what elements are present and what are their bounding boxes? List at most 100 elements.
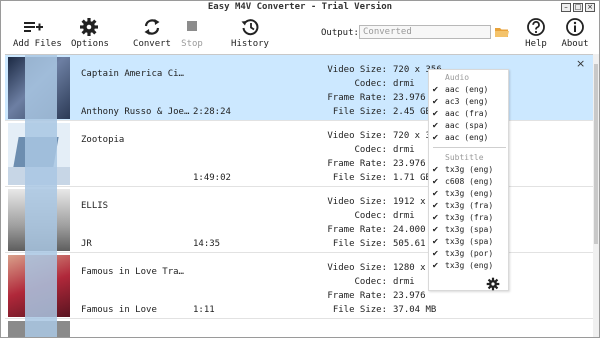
- frame-rate-value: 24.000: [393, 225, 426, 235]
- toolbar: Add Files Options Convert Stop History O…: [1, 15, 599, 52]
- history-button[interactable]: History: [231, 15, 269, 52]
- checkmark-icon: ✔: [432, 133, 439, 142]
- convert-button[interactable]: Convert: [133, 15, 171, 52]
- minimize-button[interactable]: –: [561, 3, 571, 12]
- window-title: Easy M4V Converter - Trial Version: [207, 2, 393, 12]
- audio-track-option[interactable]: ✔ aac (eng): [432, 85, 488, 94]
- subtitle-track-option[interactable]: ✔ tx3g (spa): [432, 237, 493, 246]
- audio-track-label: aac (eng): [445, 85, 489, 94]
- output-folder-field[interactable]: Converted: [359, 25, 491, 39]
- file-size-value: 2.45 GB: [393, 107, 431, 117]
- subtitle-header: Subtitle: [445, 153, 484, 162]
- video-title: ELLIS: [81, 201, 109, 211]
- audio-track-option[interactable]: ✔ aac (spa): [432, 121, 488, 130]
- video-size-label: Video Size:: [327, 65, 387, 75]
- file-size-value: 1.71 GB: [393, 173, 431, 183]
- about-button[interactable]: About: [559, 15, 591, 52]
- scrollbar[interactable]: [593, 54, 599, 337]
- subtitle-track-option[interactable]: ✔ tx3g (eng): [432, 261, 493, 270]
- audio-track-label: aac (eng): [445, 133, 489, 142]
- help-button[interactable]: Help: [521, 15, 551, 52]
- history-icon: [241, 19, 259, 36]
- video-duration: 14:35: [193, 239, 221, 249]
- about-label: About: [561, 39, 589, 49]
- frame-rate-label: Frame Rate:: [327, 159, 387, 169]
- video-artist: Anthony Russo & Joe…: [81, 107, 190, 117]
- stop-label: Stop: [181, 39, 203, 49]
- frame-rate-value: 23.976: [393, 93, 426, 103]
- subtitle-track-option[interactable]: ✔ tx3g (spa): [432, 225, 493, 234]
- codec-label: Codec:: [354, 79, 387, 89]
- settings-gear-icon[interactable]: [486, 277, 500, 291]
- checkmark-icon: ✔: [432, 237, 439, 246]
- list-item[interactable]: [5, 319, 593, 337]
- audio-header: Audio: [445, 73, 470, 82]
- video-title: Captain America Ci…: [81, 69, 184, 79]
- redacted-overlay: [25, 55, 57, 121]
- codec-label: Codec:: [354, 211, 387, 221]
- subtitle-track-option[interactable]: ✔ tx3g (eng): [432, 189, 493, 198]
- popup-divider: [433, 147, 506, 148]
- video-title: Zootopia: [81, 135, 125, 145]
- codec-value: drmi: [393, 211, 415, 221]
- checkmark-icon: ✔: [432, 225, 439, 234]
- audio-track-label: aac (fra): [445, 109, 489, 118]
- codec-value: drmi: [393, 277, 415, 287]
- checkmark-icon: ✔: [432, 201, 439, 210]
- subtitle-track-option[interactable]: ✔ tx3g (fra): [432, 213, 493, 222]
- video-size-label: Video Size:: [327, 131, 387, 141]
- redacted-overlay: [25, 319, 57, 337]
- remove-item-button[interactable]: ×: [576, 57, 585, 70]
- file-size-label: File Size:: [332, 107, 387, 117]
- audio-track-label: aac (spa): [445, 121, 489, 130]
- checkmark-icon: ✔: [432, 177, 439, 186]
- convert-refresh-icon: [144, 19, 160, 35]
- frame-rate-label: Frame Rate:: [327, 93, 387, 103]
- frame-rate-label: Frame Rate:: [327, 225, 387, 235]
- stop-icon: [187, 21, 197, 31]
- audio-track-option[interactable]: ✔ aac (fra): [432, 109, 488, 118]
- subtitle-track-label: c608 (eng): [445, 177, 494, 186]
- options-button[interactable]: Options: [71, 15, 109, 52]
- redacted-overlay: [25, 253, 57, 319]
- output-label: Output:: [321, 28, 359, 38]
- subtitle-track-option[interactable]: ✔ tx3g (fra): [432, 201, 493, 210]
- subtitle-track-option[interactable]: ✔ c608 (eng): [432, 177, 493, 186]
- subtitle-track-label: tx3g (por): [445, 249, 494, 258]
- close-window-button[interactable]: ×: [585, 3, 595, 12]
- folder-icon[interactable]: [495, 27, 509, 38]
- video-duration: 1:49:02: [193, 173, 231, 183]
- add-files-icon: [24, 22, 43, 32]
- checkmark-icon: ✔: [432, 165, 439, 174]
- gear-icon: [80, 18, 98, 36]
- options-label: Options: [71, 39, 109, 49]
- subtitle-track-label: tx3g (eng): [445, 189, 494, 198]
- checkmark-icon: ✔: [432, 121, 439, 130]
- subtitle-track-label: tx3g (spa): [445, 237, 494, 246]
- subtitle-track-option[interactable]: ✔ tx3g (eng): [432, 165, 493, 174]
- checkmark-icon: ✔: [432, 85, 439, 94]
- stop-button[interactable]: Stop: [179, 15, 205, 52]
- codec-value: drmi: [393, 79, 415, 89]
- audio-track-option[interactable]: ✔ aac (eng): [432, 133, 488, 142]
- checkmark-icon: ✔: [432, 189, 439, 198]
- video-duration: 2:28:24: [193, 107, 231, 117]
- redacted-overlay: [25, 121, 57, 187]
- maximize-button[interactable]: □: [573, 3, 583, 12]
- app-window: Easy M4V Converter - Trial Version – □ ×…: [0, 0, 600, 338]
- file-size-value: 37.04 MB: [393, 305, 437, 315]
- convert-label: Convert: [133, 39, 171, 49]
- checkmark-icon: ✔: [432, 261, 439, 270]
- video-artist: JR: [81, 239, 92, 249]
- subtitle-track-label: tx3g (eng): [445, 165, 494, 174]
- codec-label: Codec:: [354, 145, 387, 155]
- subtitle-track-label: tx3g (fra): [445, 213, 494, 222]
- subtitle-track-label: tx3g (fra): [445, 201, 494, 210]
- codec-label: Codec:: [354, 277, 387, 287]
- scrollbar-thumb[interactable]: [594, 64, 598, 244]
- video-artist: Famous in Love: [81, 305, 157, 315]
- subtitle-track-option[interactable]: ✔ tx3g (por): [432, 249, 493, 258]
- add-files-button[interactable]: Add Files: [13, 15, 62, 52]
- audio-track-option[interactable]: ✔ ac3 (eng): [432, 97, 488, 106]
- video-size-label: Video Size:: [327, 263, 387, 273]
